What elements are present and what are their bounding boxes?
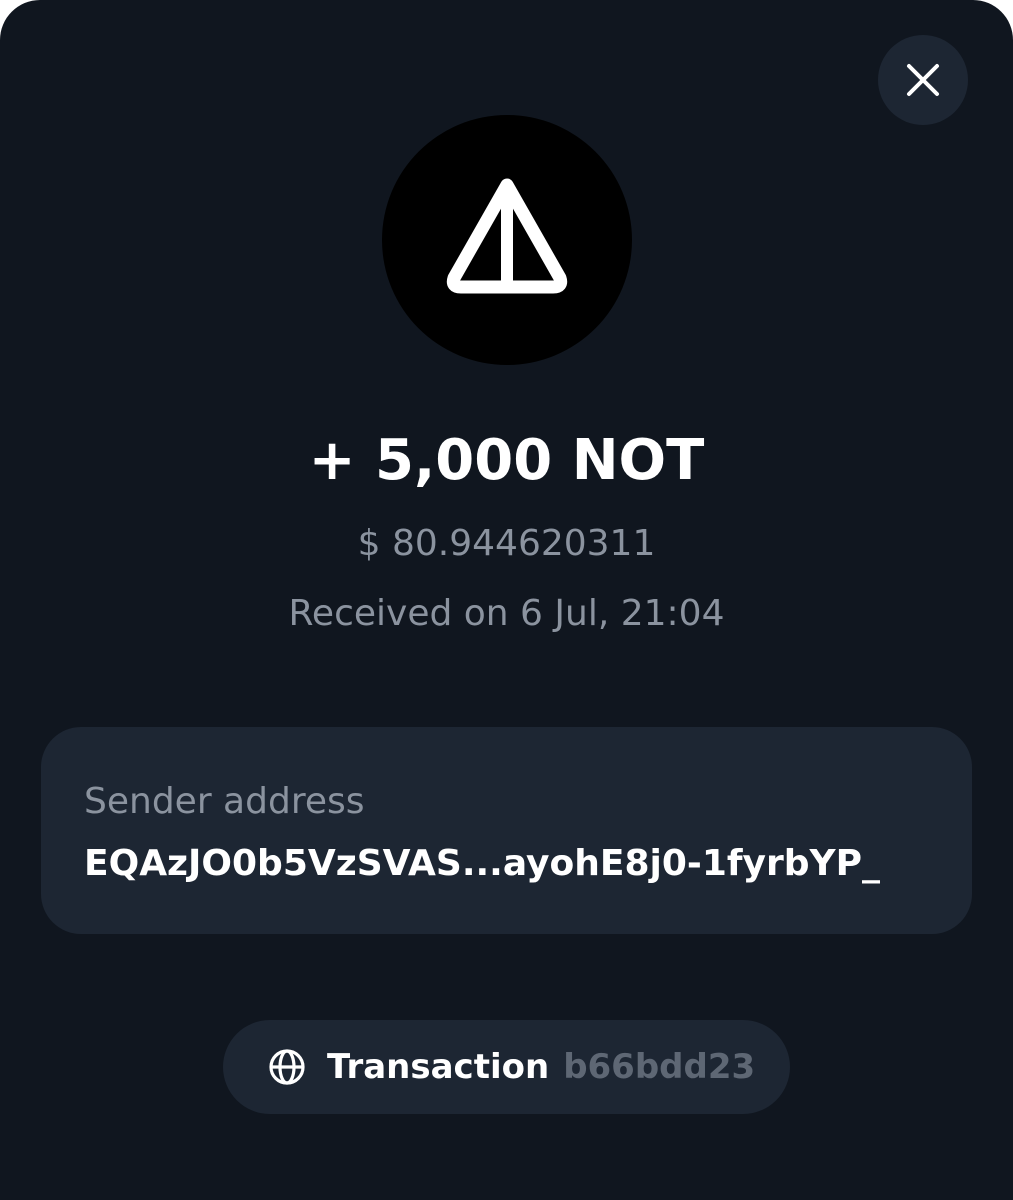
- fiat-value: $ 80.944620311: [357, 523, 656, 564]
- close-button[interactable]: [878, 35, 968, 125]
- transaction-link-button[interactable]: Transaction b66bdd23: [223, 1020, 790, 1114]
- token-logo: [382, 115, 632, 365]
- close-icon: [907, 64, 939, 96]
- not-token-icon: [446, 178, 568, 294]
- sender-address-card[interactable]: Sender address EQAzJO0b5VzSVAS...ayohE8j…: [41, 727, 972, 934]
- transaction-label: Transaction: [327, 1047, 550, 1087]
- transaction-details-sheet: + 5,000 NOT $ 80.944620311 Received on 6…: [0, 0, 1013, 1200]
- transaction-hash: b66bdd23: [563, 1047, 756, 1087]
- amount-received: + 5,000 NOT: [308, 428, 705, 493]
- sender-address-label: Sender address: [84, 781, 365, 822]
- globe-icon: [267, 1047, 307, 1087]
- received-date: Received on 6 Jul, 21:04: [288, 593, 725, 634]
- sender-address-value[interactable]: EQAzJO0b5VzSVAS...ayohE8j0-1fyrbYP_: [84, 841, 972, 887]
